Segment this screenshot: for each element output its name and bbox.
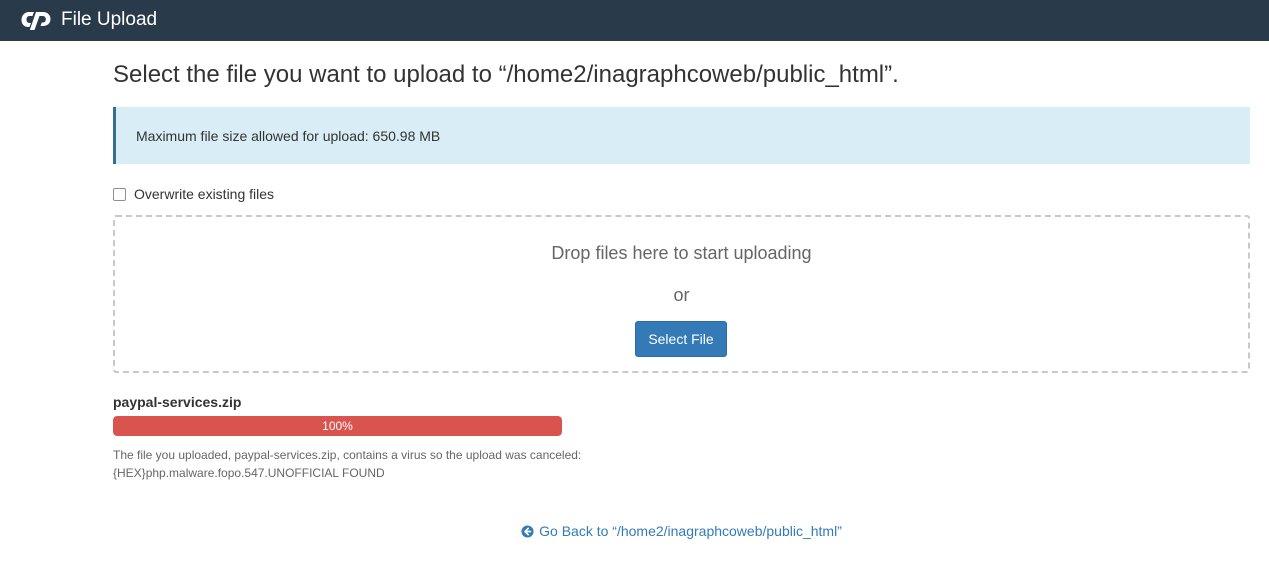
upload-progress-label: 100% bbox=[322, 419, 353, 433]
arrow-circle-left-icon bbox=[521, 524, 534, 538]
max-file-size-text: Maximum file size allowed for upload: 65… bbox=[136, 128, 441, 144]
go-back-label[interactable]: Go Back to “/home2/inagraphcoweb/public_… bbox=[539, 522, 842, 540]
app-title: File Upload bbox=[61, 9, 158, 30]
overwrite-checkbox[interactable] bbox=[113, 187, 126, 201]
drop-instructions: Drop files here to start uploading bbox=[551, 243, 812, 263]
overwrite-option[interactable]: Overwrite existing files bbox=[113, 185, 274, 203]
uploaded-file-name: paypal-services.zip bbox=[113, 394, 242, 410]
go-back-row: Go Back to “/home2/inagraphcoweb/public_… bbox=[0, 522, 1269, 543]
go-back-link[interactable]: Go Back to “/home2/inagraphcoweb/public_… bbox=[521, 522, 842, 540]
page-title: Select the file you want to upload to “/… bbox=[113, 61, 899, 88]
upload-progress-bar: 100% bbox=[113, 416, 562, 436]
virus-error-line1: The file you uploaded, paypal-services.z… bbox=[113, 448, 582, 462]
select-file-button[interactable]: Select File bbox=[635, 321, 727, 357]
overwrite-label[interactable]: Overwrite existing files bbox=[134, 185, 274, 203]
virus-error-line2: {HEX}php.malware.fopo.547.UNOFFICIAL FOU… bbox=[113, 466, 385, 480]
file-dropzone[interactable]: Drop files here to start uploading or Se… bbox=[113, 215, 1250, 373]
drop-or-text: or bbox=[673, 285, 690, 305]
top-bar: File Upload bbox=[0, 0, 1269, 41]
max-file-size-alert: Maximum file size allowed for upload: 65… bbox=[113, 107, 1250, 164]
cpanel-logo-icon[interactable] bbox=[20, 9, 52, 31]
virus-error-message: The file you uploaded, paypal-services.z… bbox=[113, 446, 581, 482]
